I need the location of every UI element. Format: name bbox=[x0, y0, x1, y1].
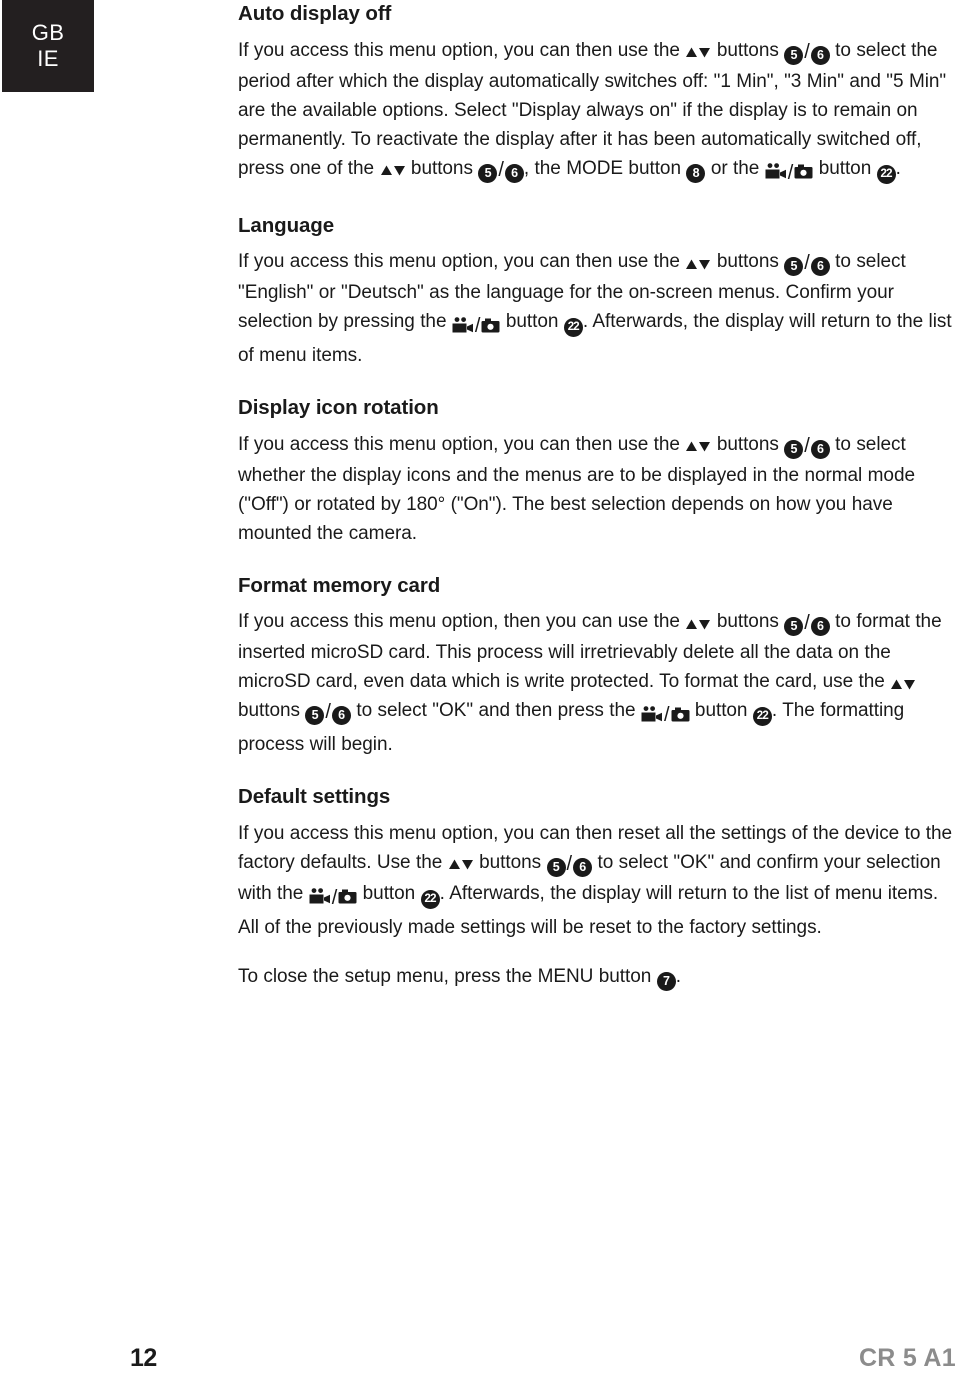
section-heading-display-icon-rotation: Display icon rotation bbox=[238, 396, 439, 420]
paragraph-language-1: If you access this menu option, you can … bbox=[238, 251, 952, 367]
button-reference-badge-6: 6 bbox=[573, 857, 593, 877]
country-code-badge: GB IE bbox=[2, 0, 94, 92]
up-down-arrow-icons bbox=[685, 256, 711, 271]
up-down-arrow-icons bbox=[448, 857, 474, 872]
button-reference-badge-5: 5 bbox=[478, 163, 498, 183]
up-down-arrow-icons bbox=[685, 45, 711, 60]
section-default-settings: Default settings If you access this menu … bbox=[238, 785, 960, 991]
section-heading-language: Language bbox=[238, 213, 335, 237]
up-down-arrow-icons bbox=[685, 616, 711, 631]
slash-separator: / bbox=[498, 158, 504, 181]
button-reference-badge-5: 5 bbox=[784, 45, 804, 65]
up-down-arrow-icons bbox=[890, 676, 916, 691]
slash-separator: / bbox=[804, 434, 810, 457]
paragraph-display-icon-rotation-1: If you access this menu option, you can … bbox=[238, 433, 915, 544]
slash-separator: / bbox=[331, 886, 338, 909]
button-reference-badge-6: 6 bbox=[810, 617, 830, 637]
button-reference-badge-5: 5 bbox=[784, 439, 804, 459]
video-photo-button-icons: / bbox=[452, 310, 501, 341]
button-reference-badge-6: 6 bbox=[504, 163, 524, 183]
button-reference-badge-6: 6 bbox=[331, 706, 351, 726]
page-content: Auto display off If you access this menu … bbox=[238, 0, 960, 991]
section-display-icon-rotation: Display icon rotation If you access this … bbox=[238, 396, 960, 548]
video-photo-button-icons: / bbox=[309, 882, 358, 913]
document-code: CR 5 A1 bbox=[858, 1344, 956, 1372]
photo-camera-icon bbox=[481, 318, 500, 333]
slash-separator: / bbox=[804, 40, 810, 63]
slash-separator: / bbox=[566, 852, 573, 875]
slash-separator: / bbox=[804, 612, 810, 635]
button-reference-badge-5: 5 bbox=[784, 617, 804, 637]
button-reference-badge-7: 7 bbox=[656, 971, 676, 991]
section-auto-display-off: Auto display off If you access this menu … bbox=[238, 2, 960, 188]
slash-separator: / bbox=[474, 315, 481, 338]
button-reference-badge-22: 22 bbox=[752, 707, 772, 727]
section-heading-auto-display-off: Auto display off bbox=[238, 2, 392, 25]
section-language: Language If you access this menu option, … bbox=[238, 214, 960, 371]
video-camera-icon bbox=[452, 316, 473, 333]
button-reference-badge-8: 8 bbox=[686, 163, 706, 183]
section-heading-format-memory-card: Format memory card bbox=[238, 573, 441, 597]
button-reference-badge-5: 5 bbox=[784, 257, 804, 277]
page-footer: 12 CR 5 A1 bbox=[0, 1339, 960, 1373]
video-camera-icon bbox=[641, 705, 662, 722]
section-heading-default-settings: Default settings bbox=[238, 785, 391, 809]
paragraph-auto-display-off-1: If you access this menu option, you can … bbox=[238, 36, 960, 188]
paragraph-format-memory-card-1: If you access this menu option, then you… bbox=[238, 611, 942, 756]
country-code-gb: GB bbox=[31, 20, 65, 46]
up-down-arrow-icons bbox=[380, 163, 406, 178]
button-reference-badge-22: 22 bbox=[563, 318, 583, 338]
country-code-ie: IE bbox=[37, 46, 59, 71]
page-number: 12 bbox=[130, 1344, 157, 1372]
photo-camera-icon bbox=[794, 164, 813, 179]
button-reference-badge-6: 6 bbox=[810, 439, 830, 459]
video-camera-icon bbox=[765, 163, 786, 179]
slash-separator: / bbox=[663, 704, 670, 727]
photo-camera-icon bbox=[671, 707, 689, 722]
video-photo-button-icons: / bbox=[765, 157, 814, 188]
photo-camera-icon bbox=[338, 889, 357, 904]
button-reference-badge-22: 22 bbox=[420, 889, 440, 909]
slash-separator: / bbox=[325, 701, 331, 724]
paragraph-default-settings-2: To close the setup menu, press the MENU … bbox=[238, 962, 960, 991]
slash-separator: / bbox=[804, 252, 810, 275]
slash-separator: / bbox=[787, 161, 794, 184]
button-reference-badge-6: 6 bbox=[810, 257, 830, 277]
button-reference-badge-6: 6 bbox=[810, 45, 830, 65]
button-reference-badge-5: 5 bbox=[546, 857, 566, 877]
video-camera-icon bbox=[309, 888, 330, 904]
up-down-arrow-icons bbox=[685, 439, 711, 454]
video-photo-button-icons: / bbox=[641, 699, 690, 730]
button-reference-badge-22: 22 bbox=[876, 164, 896, 184]
paragraph-default-settings-1: If you access this menu option, you can … bbox=[238, 822, 953, 938]
section-format-memory-card: Format memory card If you access this men… bbox=[238, 574, 960, 760]
button-reference-badge-5: 5 bbox=[305, 706, 325, 726]
